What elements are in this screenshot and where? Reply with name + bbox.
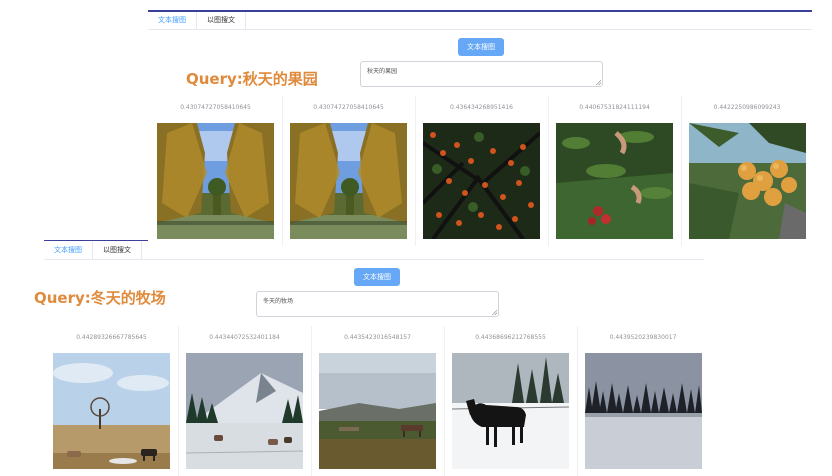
- result-column-5: 0.4439520239830017: [578, 328, 708, 473]
- textarea-resize-icon[interactable]: [492, 310, 497, 315]
- result-score: 0.4422250986099243: [713, 104, 781, 111]
- result-image-loquat-fruits[interactable]: [689, 123, 806, 239]
- result-column-3: 0.4435423016548157: [312, 328, 443, 473]
- result-score: 0.44368696212768555: [475, 334, 546, 341]
- result-score: 0.44289326667785645: [76, 334, 147, 341]
- result-score: 0.43074727058410645: [313, 104, 384, 111]
- text-search-button[interactable]: 文本搜图: [354, 268, 400, 286]
- result-column-2: 0.44344072532401184: [179, 328, 310, 473]
- tab-text-search[interactable]: 文本搜图: [44, 242, 92, 259]
- result-image-horse-in-snow[interactable]: [452, 353, 569, 469]
- result-image-snowy-mountain-pasture[interactable]: [186, 353, 303, 469]
- result-image-snowfield-forest[interactable]: [585, 353, 702, 469]
- text-search-button[interactable]: 文本搜图: [458, 38, 504, 56]
- result-image-pasture-tree[interactable]: [53, 353, 170, 469]
- result-column-1: 0.44289326667785645: [46, 328, 177, 473]
- result-column-2: 0.43074727058410645: [283, 98, 414, 243]
- query-input-autumn[interactable]: 秋天的果园: [360, 61, 603, 87]
- result-image-tree-lined-road[interactable]: [157, 123, 274, 239]
- result-column-4: 0.44067531824111194: [549, 98, 680, 243]
- result-image-harvest-hands[interactable]: [556, 123, 673, 239]
- result-image-ranch-hills[interactable]: [319, 353, 436, 469]
- result-image-tree-lined-road[interactable]: [290, 123, 407, 239]
- query-label-autumn: Query:秋天的果园: [186, 70, 318, 88]
- bottom-accent-line: [44, 240, 148, 241]
- result-score: 0.4439520239830017: [609, 334, 677, 341]
- result-score: 0.436434268951416: [450, 104, 513, 111]
- query-label-winter: Query:冬天的牧场: [34, 289, 166, 307]
- tab-bar-top: 文本搜图 以图搜文: [148, 12, 812, 30]
- result-score: 0.4435423016548157: [344, 334, 411, 341]
- result-column-1: 0.43074727058410645: [150, 98, 281, 243]
- result-column-3: 0.436434268951416: [416, 98, 547, 243]
- tab-bar-bottom: 文本搜图 以图搜文: [44, 242, 704, 260]
- result-score: 0.44067531824111194: [579, 104, 650, 111]
- tab-image-search[interactable]: 以图搜文: [196, 12, 246, 29]
- result-column-5: 0.4422250986099243: [682, 98, 812, 243]
- query-input-winter[interactable]: 冬天的牧场: [256, 291, 499, 317]
- tab-image-search[interactable]: 以图搜文: [92, 242, 142, 259]
- result-image-persimmon-tree[interactable]: [423, 123, 540, 239]
- result-score: 0.43074727058410645: [180, 104, 251, 111]
- tab-text-search[interactable]: 文本搜图: [148, 12, 196, 29]
- result-column-4: 0.44368696212768555: [445, 328, 576, 473]
- query-input-value: 冬天的牧场: [263, 298, 294, 305]
- result-score: 0.44344072532401184: [209, 334, 280, 341]
- query-input-value: 秋天的果园: [367, 68, 398, 75]
- textarea-resize-icon[interactable]: [596, 80, 601, 85]
